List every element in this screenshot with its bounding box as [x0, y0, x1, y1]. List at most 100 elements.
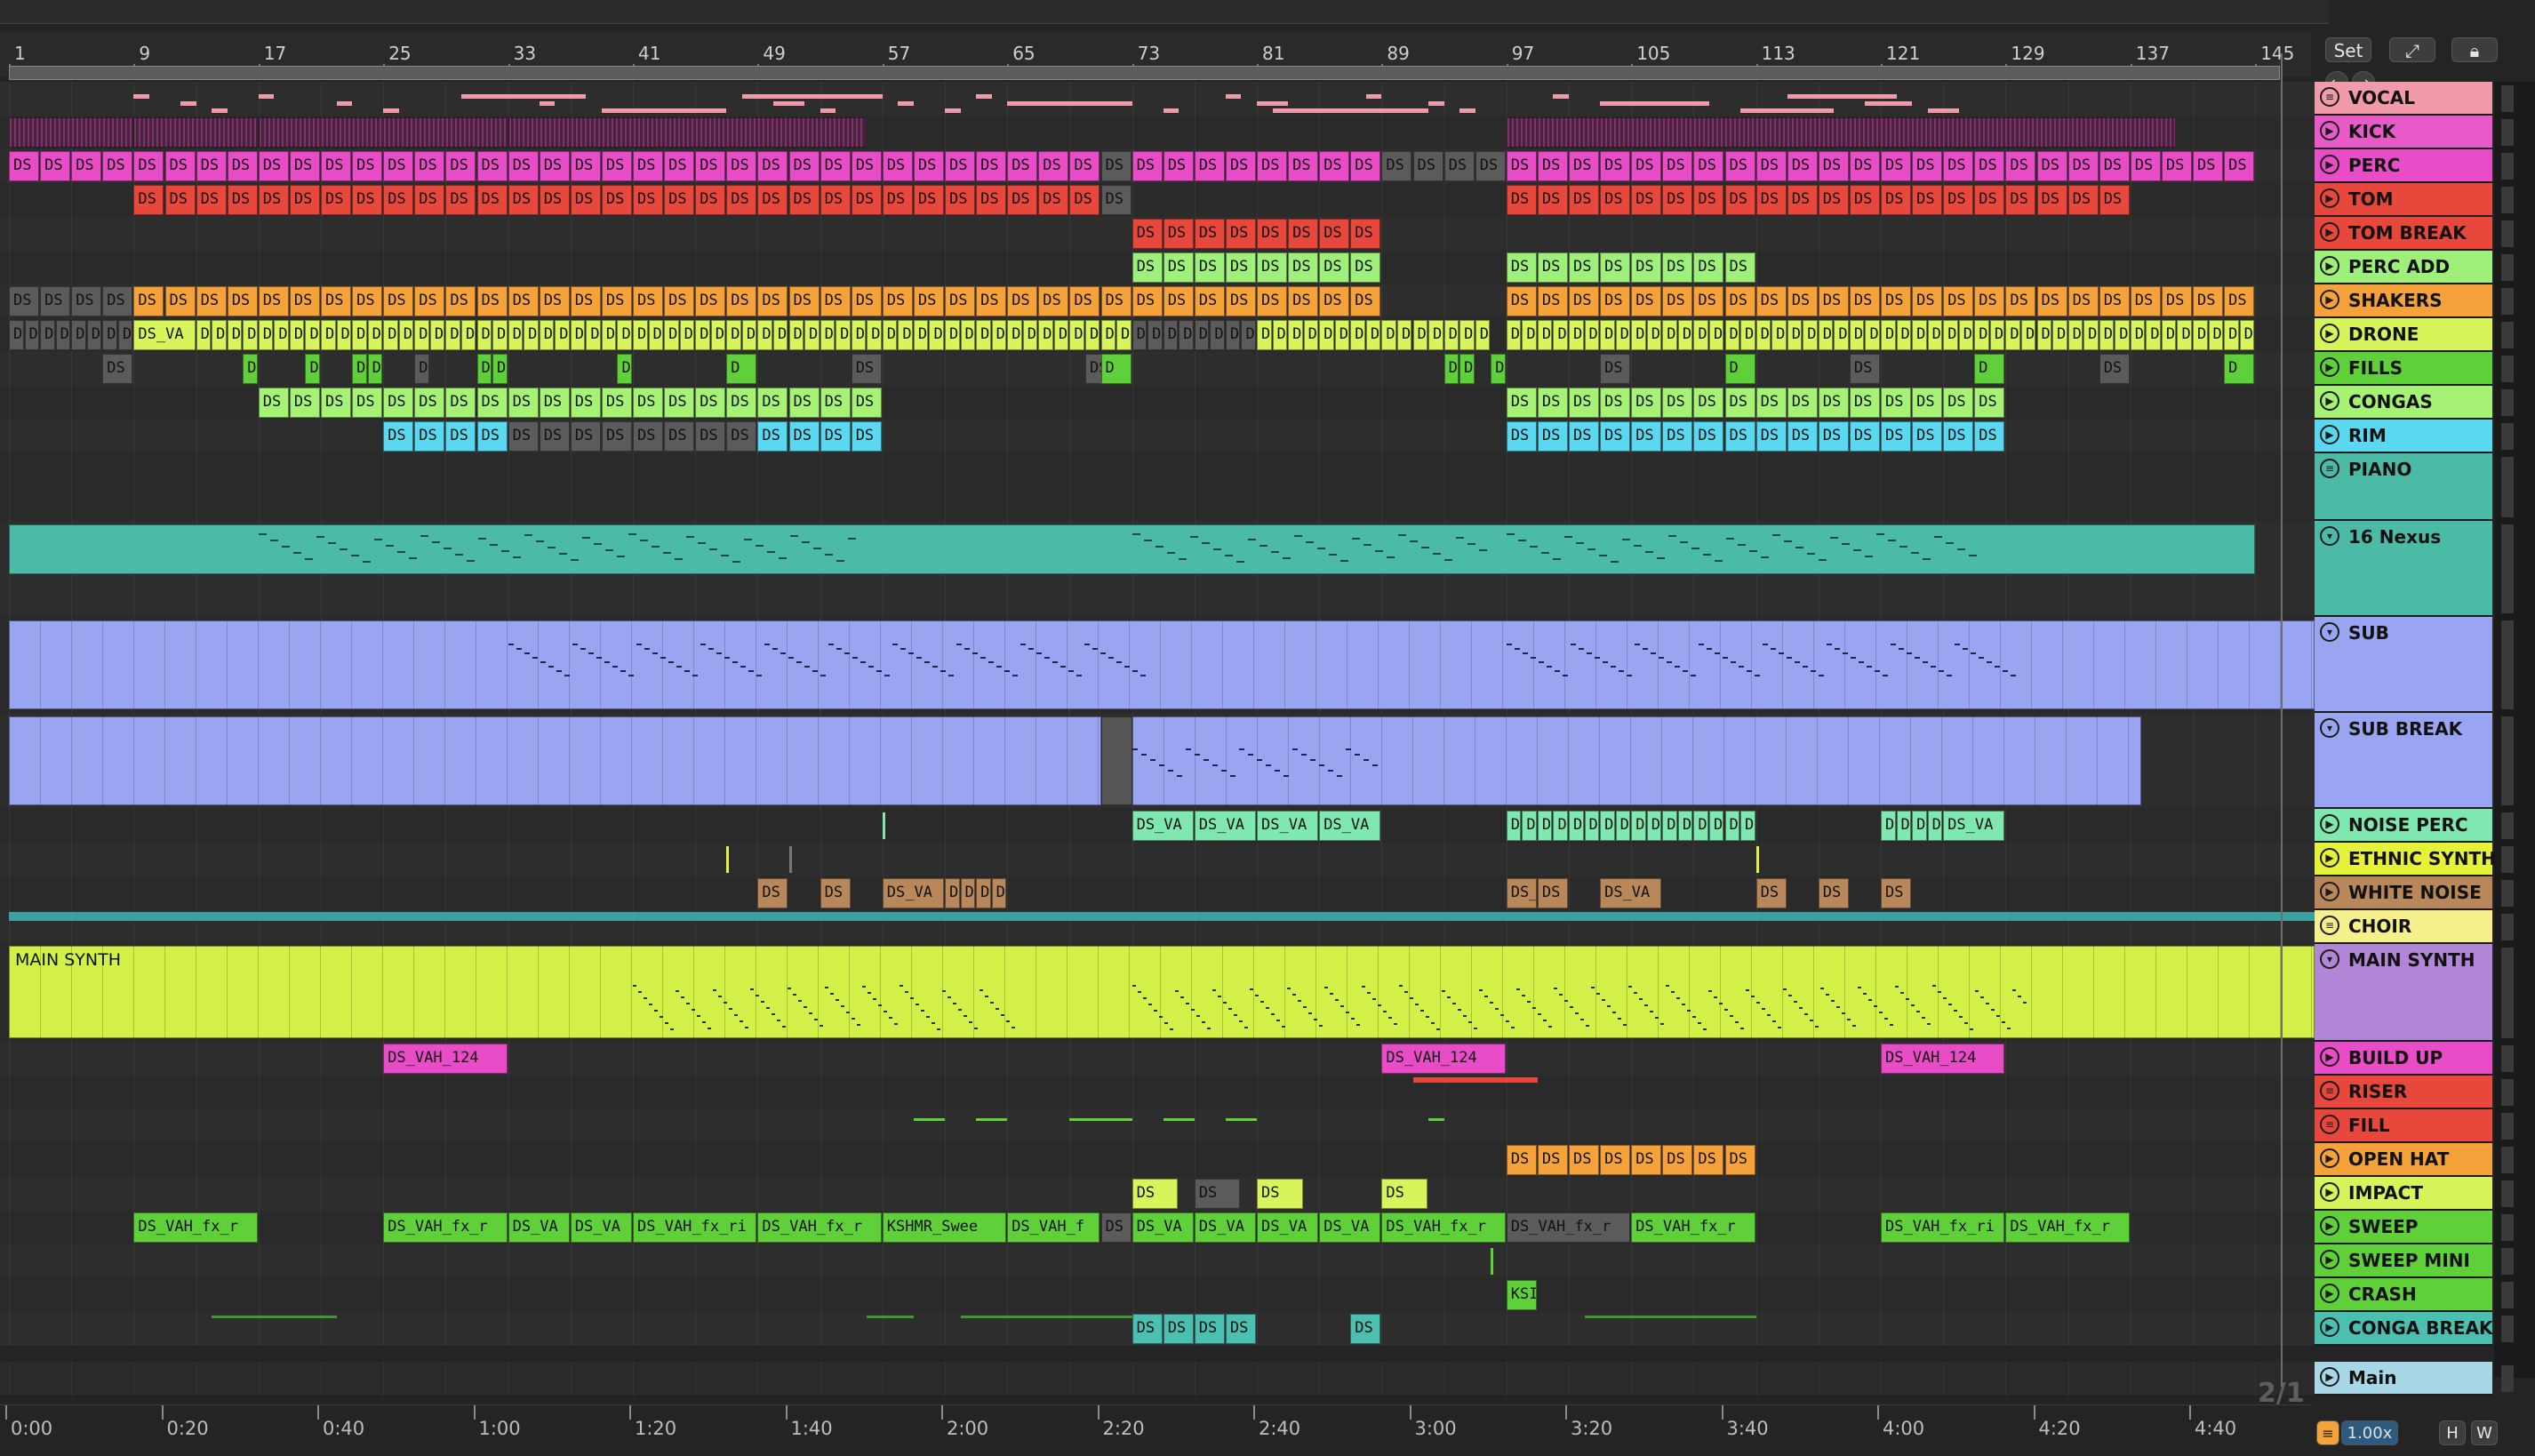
clip[interactable]: D: [305, 354, 320, 384]
audio-clip[interactable]: DS: [1537, 388, 1568, 418]
audio-clip[interactable]: DS: [1881, 421, 1912, 452]
audio-clip[interactable]: DS: [1537, 151, 1568, 181]
track-header-build-up[interactable]: ▶ BUILD UP: [2315, 1042, 2492, 1076]
audio-clip[interactable]: D: [804, 320, 820, 350]
audio-clip[interactable]: DS: [664, 421, 695, 452]
audio-clip[interactable]: DS: [258, 286, 289, 316]
audio-clip[interactable]: DS: [508, 421, 539, 452]
clip[interactable]: DS_VAH_124: [1381, 1044, 1506, 1074]
audio-clip[interactable]: DS: [851, 388, 882, 418]
audio-clip[interactable]: DS: [1662, 421, 1693, 452]
clip[interactable]: DS_VAH_fx_r: [1506, 1212, 1631, 1243]
audio-clip[interactable]: DS: [1069, 185, 1100, 215]
audio-clip[interactable]: DS: [945, 286, 976, 316]
kick-clip[interactable]: [133, 117, 258, 148]
audio-clip[interactable]: D: [1881, 320, 1896, 350]
audio-clip[interactable]: DS: [1506, 388, 1537, 418]
track-header-vocal[interactable]: ≡ VOCAL: [2315, 82, 2492, 116]
audio-clip[interactable]: DS: [1194, 286, 1225, 316]
track-header-open-hat[interactable]: ▶ OPEN HAT: [2315, 1143, 2492, 1177]
audio-clip[interactable]: D: [570, 320, 586, 350]
audio-clip[interactable]: D: [695, 320, 710, 350]
audio-clip[interactable]: DS: [1069, 151, 1100, 181]
audio-clip[interactable]: DS: [1912, 151, 1943, 181]
clip[interactable]: DS_VAH_fx_r: [2005, 1212, 2130, 1243]
audio-clip[interactable]: DS: [1350, 286, 1381, 316]
audio-clip[interactable]: D: [227, 320, 243, 350]
audio-clip[interactable]: DS: [2099, 286, 2130, 316]
audio-clip[interactable]: D: [772, 320, 788, 350]
audio-clip[interactable]: DS: [1537, 1145, 1568, 1175]
audio-clip[interactable]: DS: [1912, 388, 1943, 418]
audio-clip[interactable]: DS: [1288, 151, 1319, 181]
audio-clip[interactable]: DS: [1288, 219, 1319, 249]
audio-clip[interactable]: DS: [1288, 286, 1319, 316]
audio-clip[interactable]: DS: [1693, 1145, 1724, 1175]
track-header-sub-break[interactable]: ▾ SUB BREAK: [2315, 713, 2492, 809]
audio-clip[interactable]: DS: [1225, 1314, 1256, 1344]
audio-clip[interactable]: DS: [539, 151, 570, 181]
audio-clip[interactable]: DS: [820, 286, 851, 316]
audio-clip[interactable]: DS: [258, 388, 289, 418]
audio-clip[interactable]: DS: [976, 185, 1007, 215]
audio-clip[interactable]: DS: [1319, 252, 1350, 283]
audio-clip[interactable]: DS: [1881, 286, 1912, 316]
clip[interactable]: DS_VA: [1506, 878, 1537, 908]
audio-clip[interactable]: DS: [227, 185, 258, 215]
play-icon[interactable]: ▶: [2320, 425, 2339, 444]
track-lane[interactable]: DS DS DS DS DS DS DS DS: [0, 1143, 2320, 1178]
audio-clip[interactable]: DS: [664, 151, 695, 181]
audio-clip[interactable]: D: [1506, 320, 1522, 350]
clip[interactable]: DS_VA: [1600, 878, 1662, 908]
audio-clip[interactable]: DS: [664, 388, 695, 418]
audio-clip[interactable]: DS: [227, 151, 258, 181]
audio-clip[interactable]: D: [1724, 320, 1740, 350]
audio-clip[interactable]: D: [1834, 320, 1849, 350]
track-lane[interactable]: [0, 713, 2320, 810]
track-header-fill[interactable]: ≡ FILL: [2315, 1109, 2492, 1143]
audio-clip[interactable]: DS: [1662, 286, 1693, 316]
clip[interactable]: DS_VA: [1319, 811, 1381, 841]
track-header-riser[interactable]: ≡ RISER: [2315, 1076, 2492, 1109]
clip[interactable]: DS_VAH_fx_r: [133, 1212, 258, 1243]
audio-clip[interactable]: D: [1974, 320, 1989, 350]
audio-clip[interactable]: D: [1381, 320, 1396, 350]
audio-clip[interactable]: DS: [1724, 252, 1755, 283]
clip[interactable]: D: [726, 354, 757, 384]
audio-clip[interactable]: DS: [1132, 1314, 1163, 1344]
clip[interactable]: DS: [1818, 878, 1849, 908]
track-lane[interactable]: [0, 1109, 2320, 1144]
audio-clip[interactable]: DS: [601, 421, 632, 452]
main-synth-midi-clip[interactable]: MAIN SYNTH: [9, 946, 2315, 1038]
audio-clip[interactable]: DS: [726, 151, 757, 181]
audio-clip[interactable]: DS: [1787, 421, 1818, 452]
audio-clip[interactable]: DS: [445, 421, 476, 452]
audio-clip[interactable]: D: [1148, 320, 1163, 350]
clip[interactable]: DS: [1881, 878, 1912, 908]
audio-clip[interactable]: DS: [913, 286, 944, 316]
clip[interactable]: DS_VA: [1257, 811, 1319, 841]
audio-clip[interactable]: D: [633, 320, 648, 350]
audio-clip[interactable]: D: [617, 320, 632, 350]
audio-clip[interactable]: DS: [1631, 1145, 1662, 1175]
kick-clip[interactable]: [9, 117, 133, 148]
audio-clip[interactable]: DS: [102, 286, 133, 316]
audio-clip[interactable]: DS: [1038, 151, 1069, 181]
track-header-white-noise[interactable]: ▶ WHITE NOISE: [2315, 876, 2492, 910]
audio-clip[interactable]: DS: [289, 286, 320, 316]
audio-clip[interactable]: DS: [1943, 421, 1974, 452]
audio-clip[interactable]: DS: [9, 286, 40, 316]
audio-clip[interactable]: D: [212, 320, 227, 350]
track-lane[interactable]: DS DS DS DS: [0, 1177, 2320, 1212]
audio-clip[interactable]: DS: [851, 421, 882, 452]
audio-clip[interactable]: DS: [164, 185, 196, 215]
audio-clip[interactable]: DS: [1163, 286, 1194, 316]
audio-clip[interactable]: D: [1943, 320, 1958, 350]
audio-clip[interactable]: DS: [1881, 151, 1912, 181]
audio-clip[interactable]: DS: [788, 151, 820, 181]
audio-clip[interactable]: DS: [1600, 185, 1631, 215]
audio-clip[interactable]: D: [102, 320, 117, 350]
audio-clip[interactable]: D: [820, 320, 836, 350]
audio-clip[interactable]: DS: [1288, 252, 1319, 283]
audio-clip[interactable]: D: [383, 320, 398, 350]
